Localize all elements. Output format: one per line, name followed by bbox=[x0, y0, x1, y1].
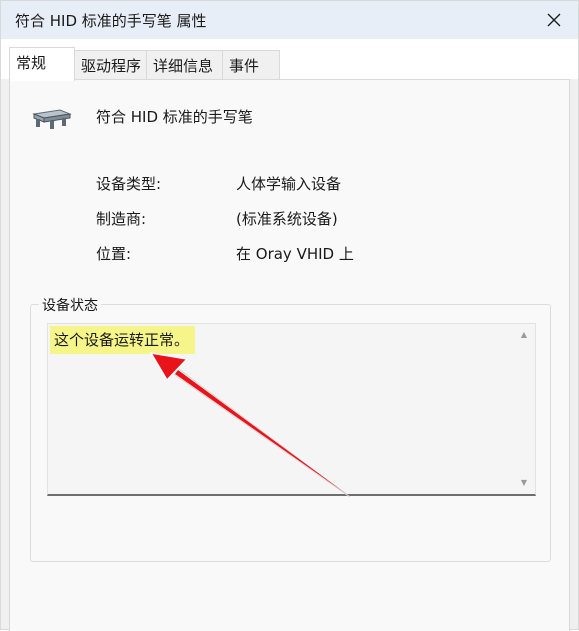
device-status-legend: 设备状态 bbox=[39, 295, 101, 315]
device-status-textbox[interactable]: 这个设备运转正常。 ▲ ▼ bbox=[47, 323, 536, 496]
device-status-text: 这个设备运转正常。 bbox=[50, 326, 196, 354]
scroll-down-arrow-icon[interactable]: ▼ bbox=[519, 478, 529, 488]
window-title: 符合 HID 标准的手写笔 属性 bbox=[15, 12, 207, 30]
tab-label: 详细信息 bbox=[153, 57, 214, 75]
scroll-up-arrow-icon[interactable]: ▲ bbox=[519, 330, 529, 340]
tab-label: 驱动程序 bbox=[81, 57, 142, 75]
title-bar: 符合 HID 标准的手写笔 属性 bbox=[1, 1, 578, 39]
location-label: 位置: bbox=[96, 245, 132, 263]
tab-events[interactable]: 事件 bbox=[222, 50, 280, 80]
properties-dialog: 符合 HID 标准的手写笔 属性 常规 驱动程序 详细信息 事件 符合 HID … bbox=[0, 0, 579, 631]
close-button[interactable] bbox=[538, 5, 570, 35]
general-tab-panel: 符合 HID 标准的手写笔 设备类型: 人体学输入设备 制造商: (标准系统设备… bbox=[9, 79, 570, 631]
device-type-value: 人体学输入设备 bbox=[236, 175, 342, 193]
location-value: 在 Oray VHID 上 bbox=[236, 245, 354, 263]
tab-label: 常规 bbox=[16, 54, 47, 72]
tab-driver[interactable]: 驱动程序 bbox=[74, 50, 147, 80]
device-status-group: 设备状态 这个设备运转正常。 ▲ ▼ bbox=[30, 295, 551, 562]
tab-details[interactable]: 详细信息 bbox=[146, 50, 223, 80]
close-icon bbox=[547, 13, 561, 27]
device-name: 符合 HID 标准的手写笔 bbox=[96, 108, 253, 126]
tab-strip: 常规 驱动程序 详细信息 事件 bbox=[1, 39, 578, 81]
device-type-label: 设备类型: bbox=[96, 175, 162, 193]
tab-label: 事件 bbox=[229, 57, 260, 75]
manufacturer-label: 制造商: bbox=[96, 210, 147, 228]
manufacturer-value: (标准系统设备) bbox=[236, 210, 338, 228]
pen-device-icon bbox=[32, 109, 72, 129]
tab-general[interactable]: 常规 bbox=[9, 47, 75, 81]
